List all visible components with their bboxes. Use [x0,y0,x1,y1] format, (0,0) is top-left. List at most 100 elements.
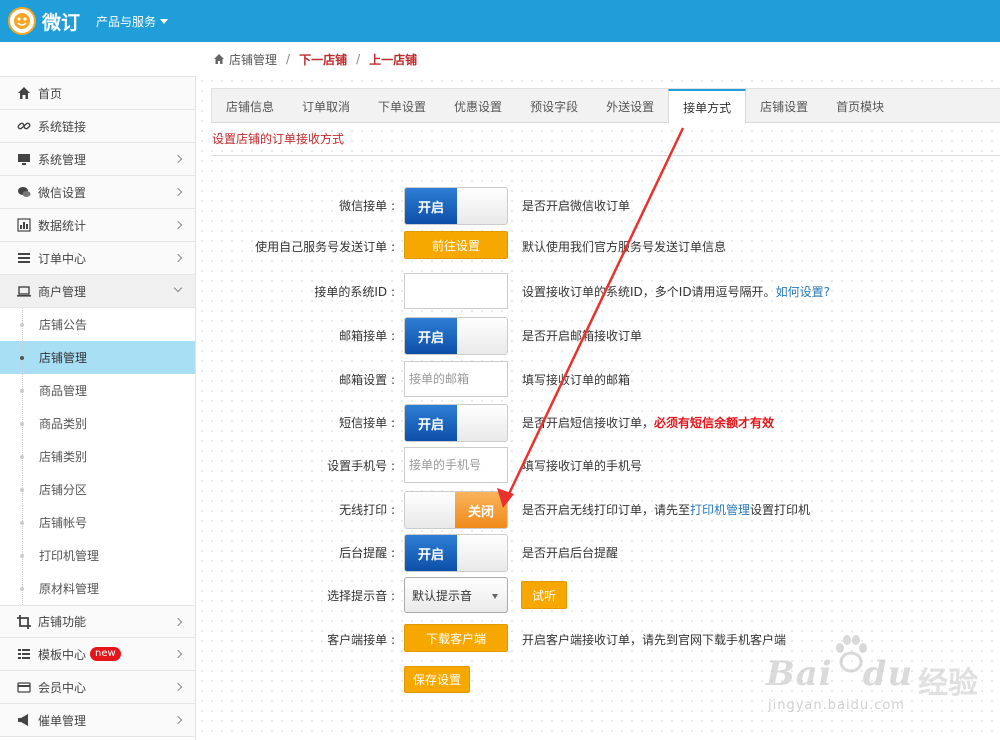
form-label: 使用自己服务号发送订单 : [255,240,395,254]
download-client-label: 下载客户端 [404,624,508,652]
form-row-system-id: 接单的系统ID : 设置接收订单的系统ID，多个ID请用逗号隔开。如何设置? [197,273,1000,309]
form-row-own-service: 使用自己服务号发送订单 : 前往设置 默认使用我们官方服务号发送订单信息 [197,229,1000,265]
laptop-icon [17,284,31,298]
home-icon [17,86,31,100]
listen-button[interactable]: 试听 [521,581,567,609]
tab-order-cancel[interactable]: 订单取消 [288,89,364,123]
form-label: 邮箱设置 : [339,373,395,387]
sidebar-item-label: 系统链接 [38,119,87,134]
toggle-on-label: 开启 [405,535,457,571]
sidebar-item-merchant-manage[interactable]: 商户管理 [0,275,195,308]
wireless-print-hint-pre: 是否开启无线打印订单，请先至 [522,503,691,517]
chevron-right-icon [173,187,183,197]
sidebar-subitem-product-category[interactable]: 商品类别 [0,407,195,440]
system-id-hint-text: 设置接收订单的系统ID，多个ID请用逗号隔开。 [522,285,776,299]
sidebar-subitem-store-notice[interactable]: 店铺公告 [0,308,195,341]
form-hint: 默认使用我们官方服务号发送订单信息 [522,240,727,254]
download-client-button[interactable]: 下载客户端 [404,624,508,652]
chat-bubbles-icon [17,185,31,199]
tab-preset-fields[interactable]: 预设字段 [516,89,592,123]
sidebar-subitem-store-manage[interactable]: 店铺管理 [0,341,195,374]
sidebar-subitem-store-account[interactable]: 店铺帐号 [0,506,195,539]
tab-order-receiving[interactable]: 接单方式 [668,89,747,124]
how-to-set-link[interactable]: 如何设置? [776,285,830,299]
prev-store-link[interactable]: 上一店铺 [369,51,417,68]
goto-settings-label: 前往设置 [404,231,508,259]
save-settings-button[interactable]: 保存设置 [404,666,470,693]
sidebar-item-system-manage[interactable]: 系统管理 [0,143,195,176]
tab-homepage-modules[interactable]: 首页模块 [822,89,898,123]
home-icon [214,54,224,64]
list-icon [17,251,31,265]
sidebar-subitem-printer-manage[interactable]: 打印机管理 [0,539,195,572]
logo-icon [8,7,36,35]
breadcrumb-root[interactable]: 店铺管理 [229,51,277,68]
sidebar-item-label: 首页 [38,86,63,101]
sms-toggle[interactable]: 开启 [404,404,508,442]
form-label: 短信接单 : [339,416,395,430]
sidebar-item-home[interactable]: 首页 [0,77,195,110]
system-id-input[interactable] [404,273,508,309]
link-icon [17,119,31,133]
form-hint: 设置接收订单的系统ID，多个ID请用逗号隔开。如何设置? [522,274,830,310]
form-label: 后台提醒 : [339,546,395,560]
tab-store-settings[interactable]: 店铺设置 [746,89,822,123]
phone-input[interactable] [404,447,508,483]
form-row-email: 邮箱接单 : 开启 是否开启邮箱接收订单 [197,317,1000,355]
sidebar-subitem-store-category[interactable]: 店铺类别 [0,440,195,473]
chevron-down-icon [173,283,183,293]
goto-settings-button[interactable]: 前往设置 [404,231,508,259]
section-title: 设置店铺的订单接收方式 [212,132,345,146]
sidebar: 首页 系统链接 系统管理 微信设置 数据统计 订单中心 商户管理 店铺公告 店铺… [0,76,196,740]
save-settings-label: 保存设置 [404,666,470,693]
caret-down-icon [492,594,498,599]
chevron-right-icon [173,253,183,263]
sidebar-item-template-center[interactable]: 模板中心 new [0,638,195,671]
sidebar-item-wechat-settings[interactable]: 微信设置 [0,176,195,209]
email-input[interactable] [404,361,508,397]
tab-bar: 店铺信息 订单取消 下单设置 优惠设置 预设字段 外送设置 接单方式 店铺设置 … [211,88,1000,124]
sidebar-item-system-link[interactable]: 系统链接 [0,110,195,143]
email-toggle[interactable]: 开启 [404,317,508,355]
sidebar-subitem-product-manage[interactable]: 商品管理 [0,374,195,407]
caret-down-icon [160,19,169,24]
sidebar-item-label: 会员中心 [38,680,87,695]
wireless-print-toggle[interactable]: 关闭 [404,491,508,529]
chevron-right-icon [173,682,183,692]
next-store-link[interactable]: 下一店铺 [299,51,347,68]
sms-hint-text: 是否开启短信接收订单， [522,416,655,430]
printer-manage-link[interactable]: 打印机管理 [690,503,750,517]
tab-delivery-settings[interactable]: 外送设置 [592,89,668,123]
sidebar-item-label: 系统管理 [38,152,87,167]
breadcrumb-separator: / [286,52,291,66]
listen-button-label: 试听 [521,581,567,609]
breadcrumb: 店铺管理 / 下一店铺 / 上一店铺 [213,50,417,68]
form-label: 选择提示音 : [327,589,395,603]
wechat-toggle[interactable]: 开启 [404,187,508,225]
form-label: 客户端接单 : [327,633,395,647]
sidebar-item-member-center[interactable]: 会员中心 [0,671,195,704]
sidebar-subitem-store-zone[interactable]: 店铺分区 [0,473,195,506]
form-row-wechat: 微信接单 : 开启 是否开启微信收订单 [197,187,1000,225]
form-label: 设置手机号 : [327,459,395,473]
chevron-right-icon [173,617,183,627]
sound-select[interactable]: 默认提示音 [404,577,508,613]
tab-discount-settings[interactable]: 优惠设置 [440,89,516,123]
chevron-right-icon [173,649,183,659]
sidebar-item-reminder-manage[interactable]: 催单管理 [0,704,195,737]
tab-store-info[interactable]: 店铺信息 [212,89,288,123]
sidebar-subitem-material-manage[interactable]: 原材料管理 [0,572,195,605]
logo[interactable]: 微订 [8,6,80,36]
tab-order-settings[interactable]: 下单设置 [364,89,440,123]
product-services-menu[interactable]: 产品与服务 [96,13,169,30]
chevron-right-icon [173,715,183,725]
watermark-brand: Bai du [766,654,914,694]
sidebar-item-store-functions[interactable]: 店铺功能 [0,605,195,638]
sidebar-item-statistics[interactable]: 数据统计 [0,209,195,242]
chevron-right-icon [173,154,183,164]
breadcrumb-separator: / [356,52,361,66]
backend-alert-toggle[interactable]: 开启 [404,534,508,572]
sms-warning-text: 必须有短信余额才有效 [654,416,775,430]
form-hint: 是否开启短信接收订单，必须有短信余额才有效 [522,405,774,441]
sidebar-item-order-center[interactable]: 订单中心 [0,242,195,275]
